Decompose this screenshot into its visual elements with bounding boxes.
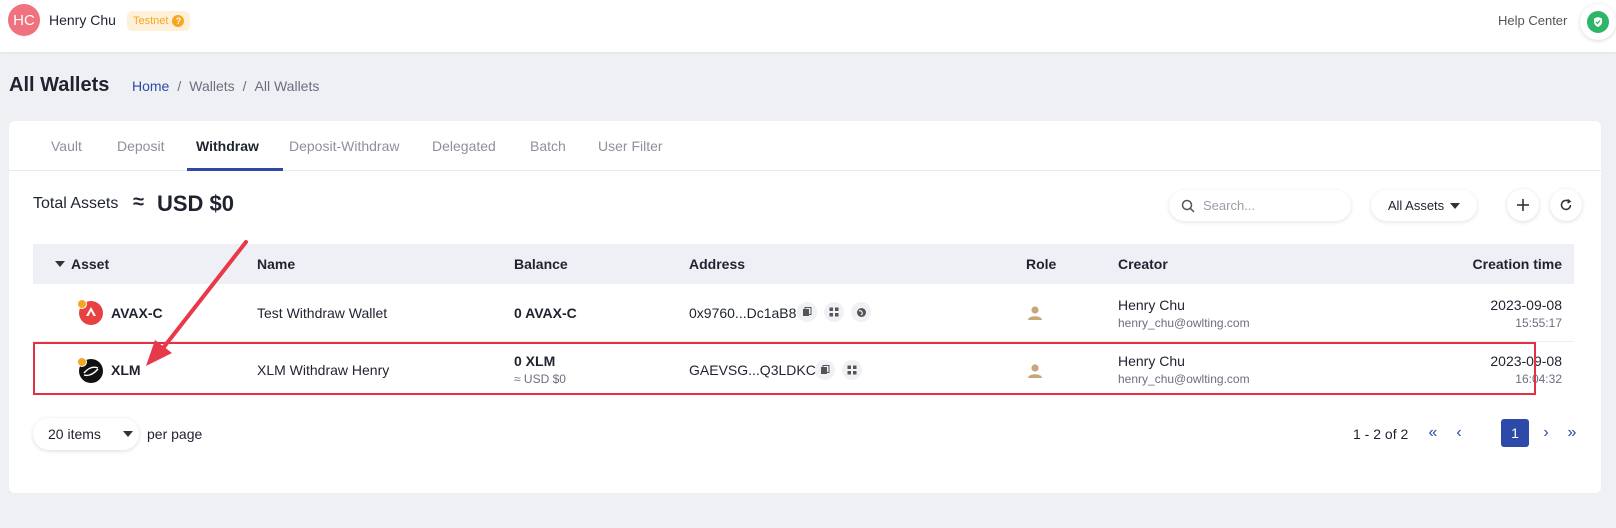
tab-deposit[interactable]: Deposit	[117, 138, 164, 154]
table-row[interactable]: AVAX-C Test Withdraw Wallet 0 AVAX-C 0x9…	[33, 284, 1574, 342]
qr-code-icon[interactable]	[824, 302, 844, 322]
asset-symbol: AVAX-C	[111, 305, 163, 321]
active-tab-indicator	[187, 168, 283, 171]
avatar[interactable]: HC	[8, 4, 40, 36]
refresh-icon	[1560, 198, 1572, 211]
balance-value: 0 AVAX-C	[514, 305, 577, 321]
total-assets-approx: ≈	[133, 191, 144, 213]
help-center-link[interactable]: Help Center	[1498, 13, 1567, 28]
network-badge-label: Testnet	[133, 15, 169, 27]
creator-email: henry_chu@owlting.com	[1118, 316, 1250, 330]
tab-bar: Vault Deposit Withdraw Deposit-Withdraw …	[9, 121, 1601, 171]
breadcrumb: Home / Wallets / All Wallets	[132, 78, 319, 94]
sort-caret-icon[interactable]	[55, 261, 65, 267]
highlight-box	[33, 342, 1536, 395]
network-badge: Testnet ?	[127, 11, 191, 31]
question-icon[interactable]: ?	[172, 15, 185, 27]
add-wallet-button[interactable]	[1507, 189, 1539, 221]
avax-coin-icon	[77, 299, 103, 325]
last-page-icon[interactable]: »	[1562, 421, 1582, 445]
breadcrumb-wallets[interactable]: Wallets	[189, 78, 234, 94]
caret-down-icon	[122, 431, 133, 437]
search-box[interactable]	[1169, 190, 1351, 221]
breadcrumb-separator: /	[177, 78, 182, 94]
column-header-name: Name	[257, 256, 296, 272]
caret-down-icon	[1450, 202, 1461, 209]
column-header-balance: Balance	[514, 256, 568, 272]
assets-filter-select[interactable]: All Assets	[1371, 190, 1477, 221]
per-page-select[interactable]: 20 items	[33, 418, 139, 450]
explorer-globe-icon[interactable]	[851, 302, 871, 322]
refresh-button[interactable]	[1550, 189, 1582, 221]
tab-delegated[interactable]: Delegated	[432, 138, 496, 154]
prev-page-icon[interactable]: ‹	[1449, 421, 1469, 445]
total-assets-value: USD $0	[157, 191, 235, 216]
assets-filter-value: All Assets	[1387, 198, 1445, 213]
column-header-creation-time: Creation time	[1472, 256, 1562, 272]
search-input[interactable]	[1203, 198, 1333, 213]
user-role-icon	[1028, 306, 1042, 320]
top-bar: HC Henry Chu Testnet ? Help Center	[0, 0, 1616, 52]
page-number-current[interactable]: 1	[1501, 419, 1529, 447]
breadcrumb-home[interactable]: Home	[132, 78, 169, 94]
tab-deposit-withdraw[interactable]: Deposit-Withdraw	[289, 138, 399, 154]
column-header-address: Address	[689, 256, 746, 272]
search-icon	[1181, 199, 1195, 213]
security-status-button[interactable]	[1580, 4, 1616, 40]
tab-user-filter[interactable]: User Filter	[598, 138, 663, 154]
column-header-asset[interactable]: Asset	[71, 256, 109, 272]
breadcrumb-all-wallets: All Wallets	[254, 78, 320, 94]
user-name[interactable]: Henry Chu	[49, 12, 116, 28]
creation-time: 15:55:17	[1515, 316, 1562, 330]
shield-check-icon	[1587, 11, 1609, 33]
first-page-icon[interactable]: «	[1423, 421, 1443, 445]
tab-withdraw[interactable]: Withdraw	[196, 138, 259, 154]
creator-name: Henry Chu	[1118, 297, 1185, 313]
per-page-label: per page	[147, 426, 203, 442]
breadcrumb-separator: /	[242, 78, 247, 94]
wallets-card: Vault Deposit Withdraw Deposit-Withdraw …	[9, 121, 1601, 493]
page-title: All Wallets	[9, 74, 110, 96]
tab-batch[interactable]: Batch	[530, 138, 566, 154]
table-header: Asset Name Balance Address Role Creator …	[33, 244, 1574, 284]
total-assets-label: Total Assets	[33, 195, 119, 212]
tab-vault[interactable]: Vault	[51, 138, 82, 154]
column-header-role: Role	[1026, 256, 1057, 272]
column-header-creator: Creator	[1118, 256, 1168, 272]
per-page-value: 20 items	[48, 426, 101, 442]
creation-date: 2023-09-08	[1490, 297, 1562, 313]
next-page-icon[interactable]: ›	[1536, 421, 1556, 445]
wallet-address: 0x9760...Dc1aB8	[689, 305, 797, 321]
pagination-range: 1 - 2 of 2	[1353, 426, 1409, 442]
plus-icon	[1517, 199, 1529, 211]
copy-icon[interactable]	[797, 302, 817, 322]
wallet-name[interactable]: Test Withdraw Wallet	[257, 305, 387, 321]
